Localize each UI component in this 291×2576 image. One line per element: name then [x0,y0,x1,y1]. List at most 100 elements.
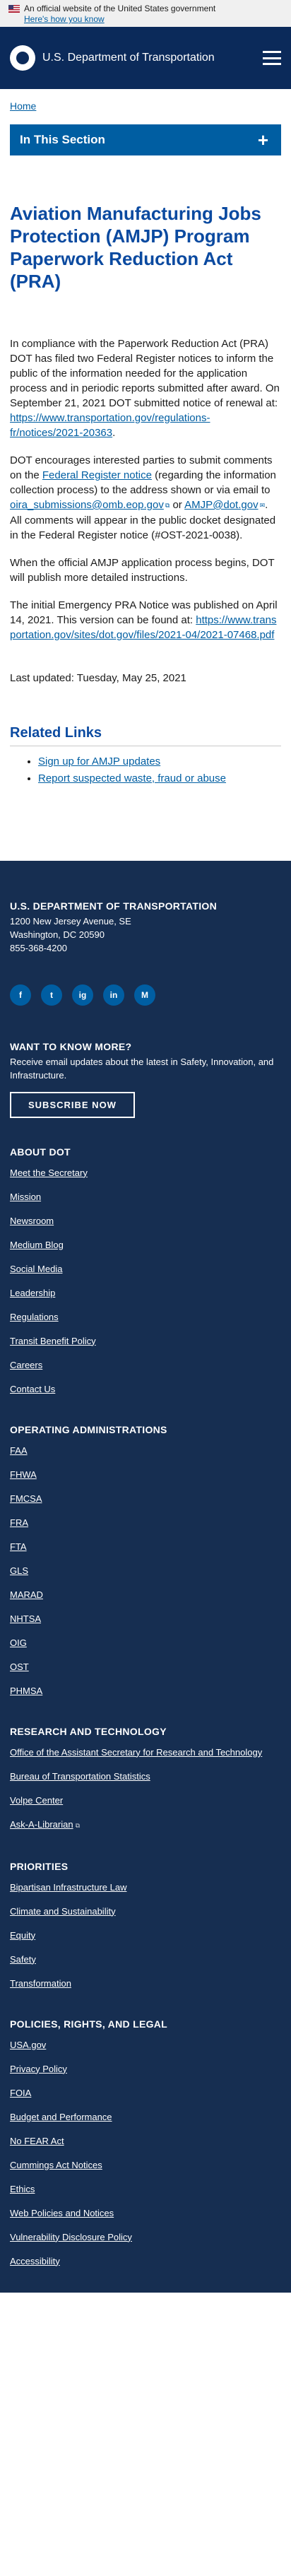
footer-link-gls[interactable]: GLS [10,1565,28,1576]
social-links: f t ig in M [10,984,281,1006]
footer-link-newsroom[interactable]: Newsroom [10,1216,54,1226]
footer-link-phmsa[interactable]: PHMSA [10,1686,42,1696]
footer-address-line1: 1200 New Jersey Avenue, SE [10,915,131,927]
footer-link-transformation[interactable]: Transformation [10,1978,71,1989]
footer-address-line2: Washington, DC 20590 [10,929,105,940]
related-links-list: Sign up for AMJP updates Report suspecte… [38,753,281,787]
amjp-email-link[interactable]: AMJP@dot.gov [184,499,258,511]
linkedin-icon[interactable]: in [103,984,124,1006]
paragraph-intro-text: In compliance with the Paperwork Reducti… [10,338,280,409]
footer-link-faa[interactable]: FAA [10,1445,28,1456]
footer-research-section: RESEARCH AND TECHNOLOGY Office of the As… [10,1726,281,1833]
external-link-icon: ⧉ [75,1821,81,1829]
footer-link-fmcsa[interactable]: FMCSA [10,1493,42,1504]
footer-link-regulations[interactable]: Regulations [10,1312,59,1322]
footer-link-oig[interactable]: OIG [10,1637,27,1648]
footer-link-equity[interactable]: Equity [10,1930,35,1941]
email-signup: WANT TO KNOW MORE? Receive email updates… [10,1041,281,1118]
footer-link-meet-secretary[interactable]: Meet the Secretary [10,1168,88,1178]
facebook-icon[interactable]: f [10,984,31,1006]
footer-link-ost-r[interactable]: Office of the Assistant Secretary for Re… [10,1747,262,1758]
footer-link-usagov[interactable]: USA.gov [10,2040,46,2050]
page-title: Aviation Manufacturing Jobs Protection (… [10,203,261,292]
oira-email-link[interactable]: oira_submissions@omb.eop.gov [10,499,164,511]
footer-link-mission[interactable]: Mission [10,1192,41,1202]
footer-link-accessibility[interactable]: Accessibility [10,2256,60,2266]
footer-link-volpe[interactable]: Volpe Center [10,1795,63,1806]
footer-link-social-media[interactable]: Social Media [10,1264,62,1274]
footer-link-medium-blog[interactable]: Medium Blog [10,1240,64,1250]
footer-link-cummings[interactable]: Cummings Act Notices [10,2160,102,2170]
footer-link-ask-librarian[interactable]: Ask-A-Librarian [10,1819,73,1830]
us-flag-icon [8,5,20,13]
footer-link-budget[interactable]: Budget and Performance [10,2112,112,2122]
footer-link-no-fear[interactable]: No FEAR Act [10,2136,64,2146]
footer-link-privacy[interactable]: Privacy Policy [10,2064,67,2074]
dot-seal-icon[interactable] [10,45,35,71]
footer-link-ethics[interactable]: Ethics [10,2184,35,2194]
paragraph-initial-notice: The initial Emergency PRA Notice was pub… [10,598,281,642]
last-updated: Last updated: Tuesday, May 25, 2021 [10,671,186,684]
footer-link-nhtsa[interactable]: NHTSA [10,1613,41,1624]
breadcrumb-home-link[interactable]: Home [10,100,36,112]
paragraph-intro: In compliance with the Paperwork Reducti… [10,338,280,439]
footer-link-fhwa[interactable]: FHWA [10,1469,37,1480]
comments-text-c: or [170,499,185,511]
footer-link-fra[interactable]: FRA [10,1517,28,1528]
related-links: Related Links Sign up for AMJP updates R… [10,725,281,787]
site-header: U.S. Department of Transportation [0,27,291,89]
footer-link-contact-us[interactable]: Contact Us [10,1384,55,1394]
in-this-section-label: In This Section [20,133,105,146]
want-to-know-title: WANT TO KNOW MORE? [10,1040,132,1052]
footer-link-foia[interactable]: FOIA [10,2088,31,2098]
footer-ops-section: OPERATING ADMINISTRATIONS FAA FHWA FMCSA… [10,1424,281,1698]
footer-link-ost[interactable]: OST [10,1662,29,1672]
footer-link-safety[interactable]: Safety [10,1954,36,1965]
list-item: Report suspected waste, fraud or abuse [38,770,281,787]
footer-priorities-section: PRIORITIES Bipartisan Infrastructure Law… [10,1861,281,1990]
footer-research-title: RESEARCH AND TECHNOLOGY [10,1725,167,1737]
related-links-title: Related Links [10,725,281,746]
footer-priorities-title: PRIORITIES [10,1860,69,1872]
footer-link-marad[interactable]: MARAD [10,1589,43,1600]
want-to-know-text: Receive email updates about the latest i… [10,1056,274,1081]
amjp-updates-link[interactable]: Sign up for AMJP updates [38,755,160,767]
footer-about-title: ABOUT DOT [10,1146,71,1158]
footer-org-name: U.S. DEPARTMENT OF TRANSPORTATION [10,900,218,912]
plus-icon: + [257,129,268,151]
site-footer: U.S. DEPARTMENT OF TRANSPORTATION 1200 N… [0,860,291,2293]
medium-icon[interactable]: M [134,984,155,1006]
footer-link-bil[interactable]: Bipartisan Infrastructure Law [10,1882,126,1893]
footer-policies-title: POLICIES, RIGHTS, AND LEGAL [10,2018,168,2030]
instagram-icon[interactable]: ig [72,984,93,1006]
footer-link-bts[interactable]: Bureau of Transportation Statistics [10,1771,150,1782]
heres-how-you-know-link[interactable]: Here's how you know [24,14,105,24]
subscribe-button[interactable]: SUBSCRIBE NOW [10,1091,135,1118]
footer-policies-section: POLICIES, RIGHTS, AND LEGAL USA.gov Priv… [10,2018,281,2268]
paragraph-instructions: When the official AMJP application proce… [10,556,275,584]
renewal-notice-link[interactable]: https://www.transportation.gov/regulatio… [10,412,210,439]
twitter-icon[interactable]: t [41,984,62,1006]
footer-link-climate[interactable]: Climate and Sustainability [10,1906,116,1917]
hamburger-menu-icon[interactable] [263,51,281,65]
footer-link-web-policies[interactable]: Web Policies and Notices [10,2208,114,2218]
breadcrumb: Home [0,89,291,112]
footer-phone: 855-368-4200 [10,942,67,953]
list-item: Sign up for AMJP updates [38,753,281,770]
paragraph-comments: DOT encourages interested parties to sub… [10,453,281,543]
gov-banner: An official website of the United States… [0,0,291,27]
main-content: In compliance with the Paperwork Reducti… [10,336,281,642]
email-icon: ✉ [259,501,266,509]
site-title[interactable]: U.S. Department of Transportation [42,52,263,64]
report-fraud-link[interactable]: Report suspected waste, fraud or abuse [38,772,226,784]
footer-link-vulnerability[interactable]: Vulnerability Disclosure Policy [10,2232,132,2242]
footer-link-transit-benefit[interactable]: Transit Benefit Policy [10,1336,96,1346]
footer-link-leadership[interactable]: Leadership [10,1288,55,1298]
federal-register-notice-link[interactable]: Federal Register notice [42,469,152,481]
footer-about-section: ABOUT DOT Meet the Secretary Mission New… [10,1146,281,1396]
footer-ops-title: OPERATING ADMINISTRATIONS [10,1423,167,1435]
official-site-text: An official website of the United States… [24,4,216,13]
footer-link-careers[interactable]: Careers [10,1360,42,1370]
footer-link-fta[interactable]: FTA [10,1541,27,1552]
in-this-section-toggle[interactable]: In This Section + [10,124,281,155]
